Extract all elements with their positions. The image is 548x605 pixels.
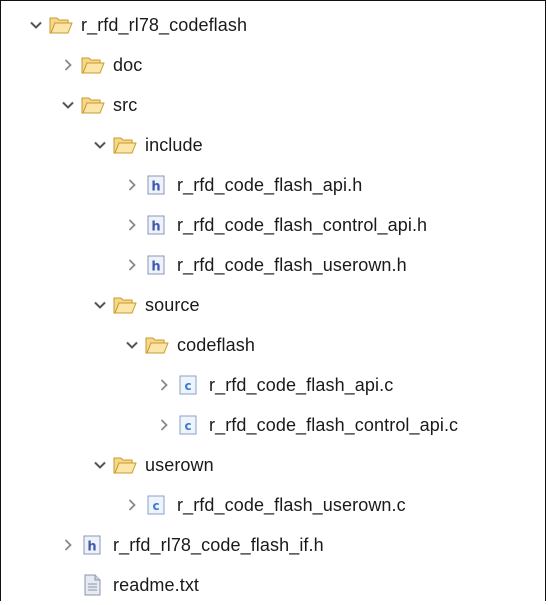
tree-item-label: r_rfd_code_flash_userown.c: [177, 494, 406, 515]
chevron-right-icon[interactable]: [157, 418, 171, 432]
svg-text:c: c: [152, 499, 159, 513]
c-file-icon: c: [177, 374, 201, 396]
tree-item-folder-userown[interactable]: userown: [1, 445, 545, 485]
svg-text:c: c: [184, 379, 191, 393]
tree-item-label: userown: [145, 454, 214, 475]
tree-item-folder-source[interactable]: source: [1, 285, 545, 325]
tree-item-label: source: [145, 294, 200, 315]
tree-item-label: r_rfd_code_flash_api.h: [177, 174, 363, 195]
folder-open-icon: [145, 334, 169, 356]
chevron-right-icon[interactable]: [125, 178, 139, 192]
tree-item-file-r_rfd_rl78_code_flash_if-h[interactable]: h r_rfd_rl78_code_flash_if.h: [1, 525, 545, 565]
tree-item-folder-include[interactable]: include: [1, 125, 545, 165]
c-file-icon: c: [177, 414, 201, 436]
tree-item-file-r_rfd_code_flash_control_api-c[interactable]: c r_rfd_code_flash_control_api.c: [1, 405, 545, 445]
h-file-icon: h: [145, 214, 169, 236]
project-explorer-tree: r_rfd_rl78_codeflashdoc src include h r_rfd_…: [0, 0, 546, 601]
svg-text:c: c: [184, 419, 191, 433]
tree-item-file-r_rfd_code_flash_control_api-h[interactable]: h r_rfd_code_flash_control_api.h: [1, 205, 545, 245]
tree-item-label: r_rfd_rl78_code_flash_if.h: [113, 534, 324, 555]
tree-item-label: r_rfd_code_flash_control_api.h: [177, 214, 428, 235]
tree-item-label: r_rfd_code_flash_control_api.c: [209, 414, 459, 435]
tree-item-file-r_rfd_code_flash_api-c[interactable]: c r_rfd_code_flash_api.c: [1, 365, 545, 405]
h-file-icon: h: [81, 534, 105, 556]
svg-text:h: h: [151, 220, 160, 235]
folder-closed-icon: [81, 54, 105, 76]
tree-item-folder-src[interactable]: src: [1, 85, 545, 125]
tree-item-label: r_rfd_code_flash_api.c: [209, 374, 394, 395]
chevron-right-icon[interactable]: [157, 378, 171, 392]
c-file-icon: c: [145, 494, 169, 516]
folder-open-icon: [49, 14, 73, 36]
tree-item-label: r_rfd_rl78_codeflash: [81, 14, 248, 35]
folder-open-icon: [113, 134, 137, 156]
chevron-right-icon[interactable]: [125, 498, 139, 512]
chevron-down-icon[interactable]: [93, 138, 107, 152]
svg-text:h: h: [87, 540, 96, 555]
chevron-down-icon[interactable]: [61, 98, 75, 112]
tree-item-folder-doc[interactable]: doc: [1, 45, 545, 85]
tree-item-folder-r_rfd_rl78_codeflash[interactable]: r_rfd_rl78_codeflash: [1, 5, 545, 45]
svg-text:h: h: [151, 180, 160, 195]
tree-item-label: readme.txt: [113, 574, 200, 595]
chevron-down-icon[interactable]: [93, 458, 107, 472]
chevron-down-icon[interactable]: [29, 18, 43, 32]
text-file-icon: [81, 574, 105, 596]
file-tree: r_rfd_rl78_codeflashdoc src include h r_rfd_…: [1, 5, 545, 605]
folder-open-icon: [113, 454, 137, 476]
chevron-down-icon[interactable]: [93, 298, 107, 312]
chevron-right-icon[interactable]: [125, 218, 139, 232]
chevron-right-icon[interactable]: [61, 58, 75, 72]
chevron-down-icon[interactable]: [125, 338, 139, 352]
tree-item-file-r_rfd_code_flash_api-h[interactable]: h r_rfd_code_flash_api.h: [1, 165, 545, 205]
tree-item-label: codeflash: [177, 334, 255, 355]
tree-item-file-r_rfd_code_flash_userown-h[interactable]: h r_rfd_code_flash_userown.h: [1, 245, 545, 285]
folder-open-icon: [113, 294, 137, 316]
chevron-right-icon[interactable]: [61, 538, 75, 552]
folder-open-icon: [81, 94, 105, 116]
tree-item-file-r_rfd_code_flash_userown-c[interactable]: c r_rfd_code_flash_userown.c: [1, 485, 545, 525]
h-file-icon: h: [145, 174, 169, 196]
tree-item-label: doc: [113, 54, 143, 75]
tree-item-folder-codeflash[interactable]: codeflash: [1, 325, 545, 365]
tree-item-label: include: [145, 134, 203, 155]
h-file-icon: h: [145, 254, 169, 276]
svg-text:h: h: [151, 260, 160, 275]
tree-item-label: src: [113, 94, 138, 115]
tree-item-label: r_rfd_code_flash_userown.h: [177, 254, 407, 275]
chevron-right-icon[interactable]: [125, 258, 139, 272]
tree-item-file-readme-txt[interactable]: readme.txt: [1, 565, 545, 605]
